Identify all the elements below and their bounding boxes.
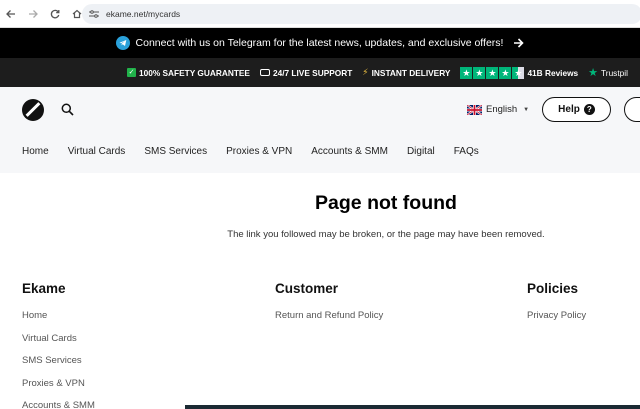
trustpilot-logo[interactable]: ★ Trustpil	[588, 66, 628, 79]
telegram-banner-text: Connect with us on Telegram for the late…	[135, 37, 504, 49]
language-label: English	[486, 104, 518, 115]
nav-sms-services[interactable]: SMS Services	[144, 146, 207, 157]
support-label: 24/7 LIVE SUPPORT	[272, 67, 353, 78]
nav-faqs[interactable]: FAQs	[454, 146, 479, 157]
account-button[interactable]	[624, 97, 640, 122]
instant-delivery: ⚡ INSTANT DELIVERY	[362, 67, 450, 78]
star-icon: ★	[460, 66, 473, 79]
half-star-icon: ★	[512, 66, 525, 79]
footer-column-policies: Policies Privacy Policy	[527, 281, 586, 333]
telegram-icon	[115, 36, 130, 50]
footer-link-refund-policy[interactable]: Return and Refund Policy	[275, 310, 383, 321]
footer-link-accounts-smm[interactable]: Accounts & SMM	[22, 400, 95, 409]
nav-virtual-cards[interactable]: Virtual Cards	[68, 146, 126, 157]
footer-column-customer: Customer Return and Refund Policy	[275, 281, 383, 333]
footer-link-home[interactable]: Home	[22, 310, 95, 321]
delivery-label: INSTANT DELIVERY	[371, 67, 451, 78]
arrow-right-icon	[513, 36, 525, 51]
trustpilot-star-icon: ★	[588, 67, 599, 79]
footer-column-ekame: Ekame Home Virtual Cards SMS Services Pr…	[22, 281, 95, 409]
nav-home[interactable]: Home	[22, 146, 49, 157]
help-button[interactable]: Help ?	[542, 97, 611, 122]
footer-heading: Customer	[275, 281, 339, 296]
back-arrow-icon[interactable]	[0, 3, 22, 25]
reviews-count: 41B Reviews	[527, 67, 579, 78]
trustpilot-label: Trustpil	[601, 67, 628, 78]
footer-link-proxies-vpn[interactable]: Proxies & VPN	[22, 378, 95, 389]
address-bar[interactable]: ekame.net/mycards	[82, 4, 640, 24]
safety-guarantee: ✓ 100% SAFETY GUARANTEE	[127, 68, 250, 78]
footer-heading: Policies	[527, 281, 579, 296]
error-message: The link you followed may be broken, or …	[227, 229, 545, 240]
uk-flag-icon	[467, 104, 482, 115]
site-header: English ▼ Help ? Home Virtual Cards SMS …	[0, 87, 640, 173]
star-icon: ★	[486, 66, 499, 79]
telegram-banner[interactable]: Connect with us on Telegram for the late…	[0, 28, 640, 58]
footer-link-virtual-cards[interactable]: Virtual Cards	[22, 333, 95, 344]
forward-arrow-icon[interactable]	[22, 3, 44, 25]
caret-down-icon: ▼	[523, 106, 530, 113]
footer-link-sms-services[interactable]: SMS Services	[22, 355, 95, 366]
lightning-icon: ⚡	[362, 67, 369, 77]
rating-stars: ★ ★ ★ ★ ★	[460, 66, 525, 79]
star-icon: ★	[499, 66, 512, 79]
site-info-icon[interactable]	[88, 8, 100, 20]
search-icon[interactable]	[61, 103, 74, 116]
reload-icon[interactable]	[44, 3, 66, 25]
star-icon: ★	[473, 66, 486, 79]
nav-proxies-vpn[interactable]: Proxies & VPN	[226, 146, 292, 157]
question-icon: ?	[583, 104, 595, 115]
trustpilot-rating[interactable]: ★ ★ ★ ★ ★ 41B Reviews	[460, 66, 579, 79]
bottom-edge-strip	[185, 405, 640, 409]
ekame-logo[interactable]	[22, 99, 44, 121]
footer-heading: Ekame	[22, 281, 66, 296]
check-icon: ✓	[127, 68, 136, 77]
page-title: Page not found	[315, 192, 457, 214]
footer-link-privacy-policy[interactable]: Privacy Policy	[527, 310, 586, 321]
language-selector[interactable]: English ▼	[467, 104, 529, 115]
chat-icon	[259, 69, 270, 76]
nav-digital[interactable]: Digital	[407, 146, 435, 157]
nav-accounts-smm[interactable]: Accounts & SMM	[311, 146, 388, 157]
main-navigation: Home Virtual Cards SMS Services Proxies …	[22, 146, 498, 157]
browser-toolbar: ekame.net/mycards	[0, 0, 640, 28]
help-label: Help	[558, 104, 580, 115]
safety-label: 100% SAFETY GUARANTEE	[139, 67, 250, 78]
url-text: ekame.net/mycards	[106, 9, 181, 19]
live-support: 24/7 LIVE SUPPORT	[259, 67, 353, 78]
trust-bar: ✓ 100% SAFETY GUARANTEE 24/7 LIVE SUPPOR…	[0, 58, 640, 87]
